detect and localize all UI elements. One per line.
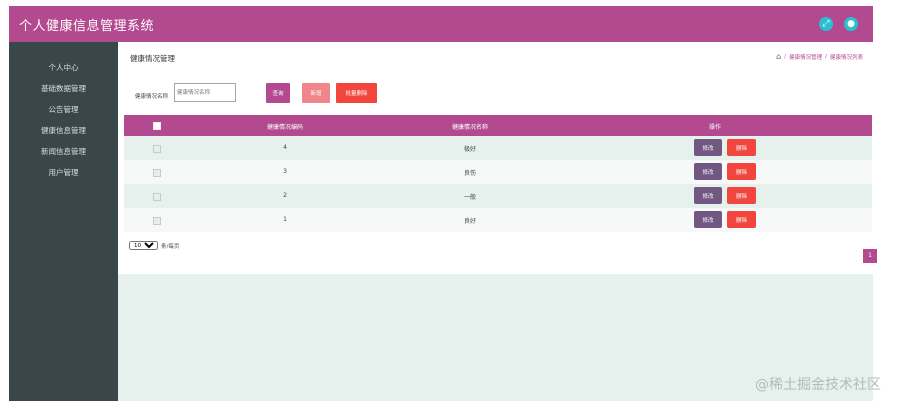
sidebar-item-users[interactable]: 用户管理	[9, 167, 118, 178]
row-checkbox[interactable]	[153, 193, 161, 201]
table-row: 1 良好 修改 删除	[124, 208, 872, 232]
cell-code: 1	[283, 216, 287, 223]
home-icon[interactable]: ⌂	[776, 52, 781, 61]
column-header-code: 健康情况编码	[266, 124, 304, 131]
cell-code: 3	[283, 168, 287, 175]
edit-button[interactable]: 修改	[694, 139, 722, 156]
row-checkbox[interactable]	[153, 169, 161, 177]
sidebar-item-basic-data[interactable]: 基础数据管理	[9, 83, 118, 94]
app-window: 个人健康信息管理系统 ⤢ ● 个人中心 基础数据管理 公告管理 健康信息管理 新…	[9, 6, 877, 401]
delete-button[interactable]: 删除	[727, 163, 756, 180]
table-header: 健康情况编码 健康情况名称 操作	[124, 115, 872, 136]
breadcrumb: ⌂ / 健康情况管理 / 健康情况列表	[776, 52, 863, 61]
app-title: 个人健康信息管理系统	[19, 19, 155, 34]
main-panel: 健康情况管理 ⌂ / 健康情况管理 / 健康情况列表 健康情况名称 查询 新增 …	[118, 42, 877, 274]
sidebar: 个人中心 基础数据管理 公告管理 健康信息管理 新闻信息管理 用户管理	[9, 42, 118, 401]
cell-name: 极好	[463, 146, 477, 153]
edit-button[interactable]: 修改	[694, 187, 722, 204]
page-title: 健康情况管理	[130, 54, 175, 63]
sidebar-item-news[interactable]: 新闻信息管理	[9, 146, 118, 157]
search-label: 健康情况名称	[135, 94, 169, 100]
cell-code: 2	[283, 192, 287, 199]
row-checkbox[interactable]	[153, 217, 161, 225]
column-header-name: 健康情况名称	[451, 124, 489, 131]
top-header: 个人健康信息管理系统 ⤢ ●	[9, 6, 873, 42]
edit-button[interactable]: 修改	[694, 211, 722, 228]
cell-name: 良好	[463, 218, 477, 225]
cell-code: 4	[283, 144, 287, 151]
query-button[interactable]: 查询	[266, 83, 290, 103]
row-checkbox[interactable]	[153, 145, 161, 153]
sidebar-item-personal-center[interactable]: 个人中心	[9, 62, 118, 73]
page-size-select[interactable]: 10	[129, 241, 158, 250]
delete-button[interactable]: 删除	[727, 139, 756, 156]
delete-button[interactable]: 删除	[727, 211, 756, 228]
page-size-control: 10 条/每页	[129, 241, 179, 250]
user-icon[interactable]: ●	[844, 17, 858, 31]
table-row: 4 极好 修改 删除	[124, 136, 872, 160]
cell-name: 一般	[463, 194, 477, 201]
page-number-button[interactable]: 1	[863, 249, 877, 263]
search-input[interactable]	[174, 83, 236, 102]
fullscreen-icon[interactable]: ⤢	[819, 17, 833, 31]
breadcrumb-sep-icon: /	[784, 53, 787, 60]
sidebar-item-health-info[interactable]: 健康信息管理	[9, 125, 118, 136]
column-header-actions: 操作	[708, 124, 722, 131]
breadcrumb-item[interactable]: 健康情况管理	[789, 53, 822, 61]
breadcrumb-sep-icon: /	[825, 53, 827, 60]
watermark: @稀土掘金技术社区	[755, 377, 881, 393]
batch-delete-button[interactable]: 批量删除	[336, 83, 377, 103]
page-size-label: 条/每页	[161, 243, 180, 250]
select-all-checkbox[interactable]	[153, 122, 161, 130]
table-row: 3 良伤 修改 删除	[124, 160, 872, 184]
edit-button[interactable]: 修改	[694, 163, 722, 180]
table-row: 2 一般 修改 删除	[124, 184, 872, 208]
add-button[interactable]: 新增	[302, 83, 330, 103]
cell-name: 良伤	[463, 170, 477, 177]
delete-button[interactable]: 删除	[727, 187, 756, 204]
sidebar-item-announcements[interactable]: 公告管理	[9, 104, 118, 115]
breadcrumb-item: 健康情况列表	[829, 54, 863, 61]
